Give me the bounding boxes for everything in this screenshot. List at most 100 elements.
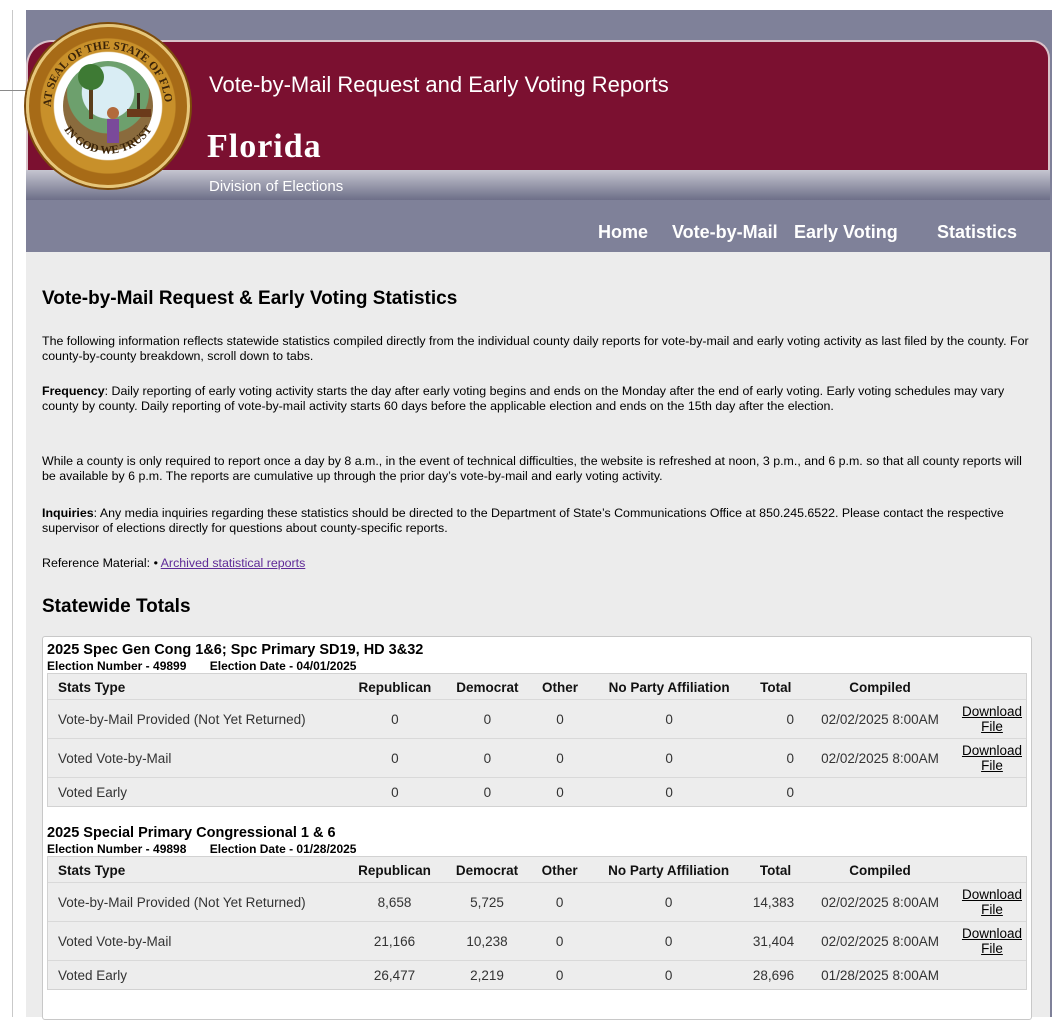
cell-other: 0 bbox=[530, 921, 589, 961]
page-frame: GREAT SEAL OF THE STATE OF FLORIDA IN GO… bbox=[0, 0, 1052, 1020]
col-npa: No Party Affiliation bbox=[608, 863, 730, 878]
cell-total: 28,696 bbox=[748, 960, 803, 989]
nav-home[interactable]: Home bbox=[598, 222, 648, 243]
cell-total: 14,383 bbox=[748, 882, 803, 922]
cell-other: 0 bbox=[530, 960, 589, 989]
col-total: Total bbox=[760, 680, 792, 695]
table-header-row: Stats Type Republican Democrat Other No … bbox=[48, 674, 1026, 700]
cell-total: 0 bbox=[749, 777, 803, 806]
col-stats-type: Stats Type bbox=[58, 863, 126, 878]
table-row: Voted Vote-by-Mail 0 0 0 0 0 02/02/2025 … bbox=[48, 738, 1026, 778]
election-title: 2025 Special Primary Congressional 1 & 6 bbox=[47, 825, 336, 841]
cell-compiled: 02/02/2025 8:00AM bbox=[802, 882, 958, 922]
cell-download: Download File bbox=[957, 921, 1026, 961]
seal-palm-tree bbox=[78, 64, 104, 119]
cell-democrat: 0 bbox=[443, 699, 532, 739]
cell-compiled bbox=[802, 777, 958, 806]
cell-download bbox=[957, 777, 1026, 806]
election-meta: Election Number - 49898 Election Date - … bbox=[47, 842, 356, 856]
top-margin bbox=[0, 0, 1052, 10]
cell-npa: 0 bbox=[588, 777, 750, 806]
site-wrapper: GREAT SEAL OF THE STATE OF FLORIDA IN GO… bbox=[26, 10, 1052, 1020]
cell-republican: 26,477 bbox=[345, 960, 444, 989]
state-name: Florida bbox=[207, 128, 322, 165]
election-meta: Election Number - 49899 Election Date - … bbox=[47, 659, 356, 673]
frequency-label: Frequency bbox=[42, 384, 105, 398]
frequency-paragraph: Frequency: Daily reporting of early voti… bbox=[42, 384, 1032, 414]
cell-total: 0 bbox=[749, 738, 803, 778]
stats-table-box: Stats Type Republican Democrat Other No … bbox=[47, 856, 1027, 990]
inquiries-paragraph: Inquiries: Any media inquiries regarding… bbox=[42, 506, 1032, 536]
edge-line bbox=[12, 10, 13, 1017]
statewide-totals-heading: Statewide Totals bbox=[42, 596, 191, 617]
inquiries-label: Inquiries bbox=[42, 506, 94, 520]
cell-other: 0 bbox=[531, 699, 589, 739]
nav-vote-by-mail[interactable]: Vote-by-Mail bbox=[672, 222, 778, 243]
cell-democrat: 5,725 bbox=[443, 882, 531, 922]
col-democrat: Democrat bbox=[456, 680, 519, 695]
col-republican: Republican bbox=[358, 680, 432, 695]
inquiries-text: : Any media inquiries regarding these st… bbox=[42, 506, 1004, 535]
cell-download: Download File bbox=[957, 738, 1026, 778]
nav-early-voting[interactable]: Early Voting bbox=[794, 222, 898, 243]
stats-table: Stats Type Republican Democrat Other No … bbox=[48, 674, 1026, 806]
svg-text:GREAT SEAL OF THE STATE OF FLO: GREAT SEAL OF THE STATE OF FLORIDA bbox=[29, 27, 174, 107]
cell-other: 0 bbox=[531, 738, 589, 778]
cell-compiled: 01/28/2025 8:00AM bbox=[802, 960, 958, 989]
cell-compiled: 02/02/2025 8:00AM bbox=[802, 921, 958, 961]
table-header-row: Stats Type Republican Democrat Other No … bbox=[48, 857, 1026, 883]
download-file-link[interactable]: Download File bbox=[962, 926, 1022, 956]
election-date: Election Date - 01/28/2025 bbox=[209, 842, 357, 856]
cell-download bbox=[957, 960, 1026, 989]
cell-republican: 21,166 bbox=[345, 921, 444, 961]
cell-republican: 0 bbox=[346, 699, 444, 739]
seal-ring-text: GREAT SEAL OF THE STATE OF FLORIDA IN GO… bbox=[29, 27, 174, 157]
cell-democrat: 10,238 bbox=[443, 921, 531, 961]
cell-compiled: 02/02/2025 8:00AM bbox=[802, 699, 958, 739]
florida-seal-icon: GREAT SEAL OF THE STATE OF FLORIDA IN GO… bbox=[26, 24, 190, 188]
seal-steamboat bbox=[127, 93, 151, 117]
cell-type: Vote-by-Mail Provided (Not Yet Returned) bbox=[48, 699, 347, 739]
col-npa: No Party Affiliation bbox=[608, 680, 730, 695]
nav-statistics[interactable]: Statistics bbox=[937, 222, 1017, 243]
cell-type: Voted Vote-by-Mail bbox=[48, 921, 346, 961]
cell-type: Voted Vote-by-Mail bbox=[48, 738, 347, 778]
cell-npa: 0 bbox=[588, 738, 750, 778]
cell-compiled: 02/02/2025 8:00AM bbox=[802, 738, 958, 778]
col-other: Other bbox=[541, 863, 578, 878]
table-row: Voted Early 26,477 2,219 0 0 28,696 01/2… bbox=[48, 960, 1026, 989]
cell-type: Vote-by-Mail Provided (Not Yet Returned) bbox=[48, 882, 346, 922]
download-file-link[interactable]: Download File bbox=[962, 887, 1022, 917]
cell-democrat: 0 bbox=[443, 777, 532, 806]
col-democrat: Democrat bbox=[455, 863, 519, 878]
site-title: Vote-by-Mail Request and Early Voting Re… bbox=[209, 72, 669, 97]
table-row: Voted Vote-by-Mail 21,166 10,238 0 0 31,… bbox=[48, 921, 1026, 961]
reference-label: Reference Material: • bbox=[42, 556, 158, 570]
table-row: Vote-by-Mail Provided (Not Yet Returned)… bbox=[48, 882, 1026, 922]
election-title: 2025 Spec Gen Cong 1&6; Spc Primary SD19… bbox=[47, 642, 424, 658]
col-compiled: Compiled bbox=[849, 863, 911, 878]
page-title: Vote-by-Mail Request & Early Voting Stat… bbox=[42, 288, 458, 309]
statewide-totals-panel: 2025 Spec Gen Cong 1&6; Spc Primary SD19… bbox=[42, 636, 1032, 1020]
col-download bbox=[958, 857, 1026, 883]
cell-type: Voted Early bbox=[48, 960, 346, 989]
download-file-link[interactable]: Download File bbox=[962, 704, 1022, 734]
refresh-paragraph: While a county is only required to repor… bbox=[42, 454, 1022, 483]
col-other: Other bbox=[541, 680, 578, 695]
cell-other: 0 bbox=[530, 882, 589, 922]
archived-reports-link[interactable]: Archived statistical reports bbox=[161, 556, 306, 570]
stats-table: Stats Type Republican Democrat Other No … bbox=[48, 857, 1026, 989]
col-compiled: Compiled bbox=[849, 680, 911, 695]
cell-total: 0 bbox=[749, 699, 803, 739]
cell-total: 31,404 bbox=[748, 921, 803, 961]
seal-top-text: GREAT SEAL OF THE STATE OF FLORIDA bbox=[29, 27, 174, 107]
col-republican: Republican bbox=[358, 863, 431, 878]
cell-republican: 8,658 bbox=[345, 882, 444, 922]
left-margin bbox=[0, 0, 26, 1017]
election-date: Election Date - 04/01/2025 bbox=[209, 659, 357, 673]
cell-download: Download File bbox=[957, 699, 1026, 739]
cell-type: Voted Early bbox=[48, 777, 347, 806]
stats-table-box: Stats Type Republican Democrat Other No … bbox=[47, 673, 1027, 807]
download-file-link[interactable]: Download File bbox=[962, 743, 1022, 773]
cell-other: 0 bbox=[531, 777, 589, 806]
